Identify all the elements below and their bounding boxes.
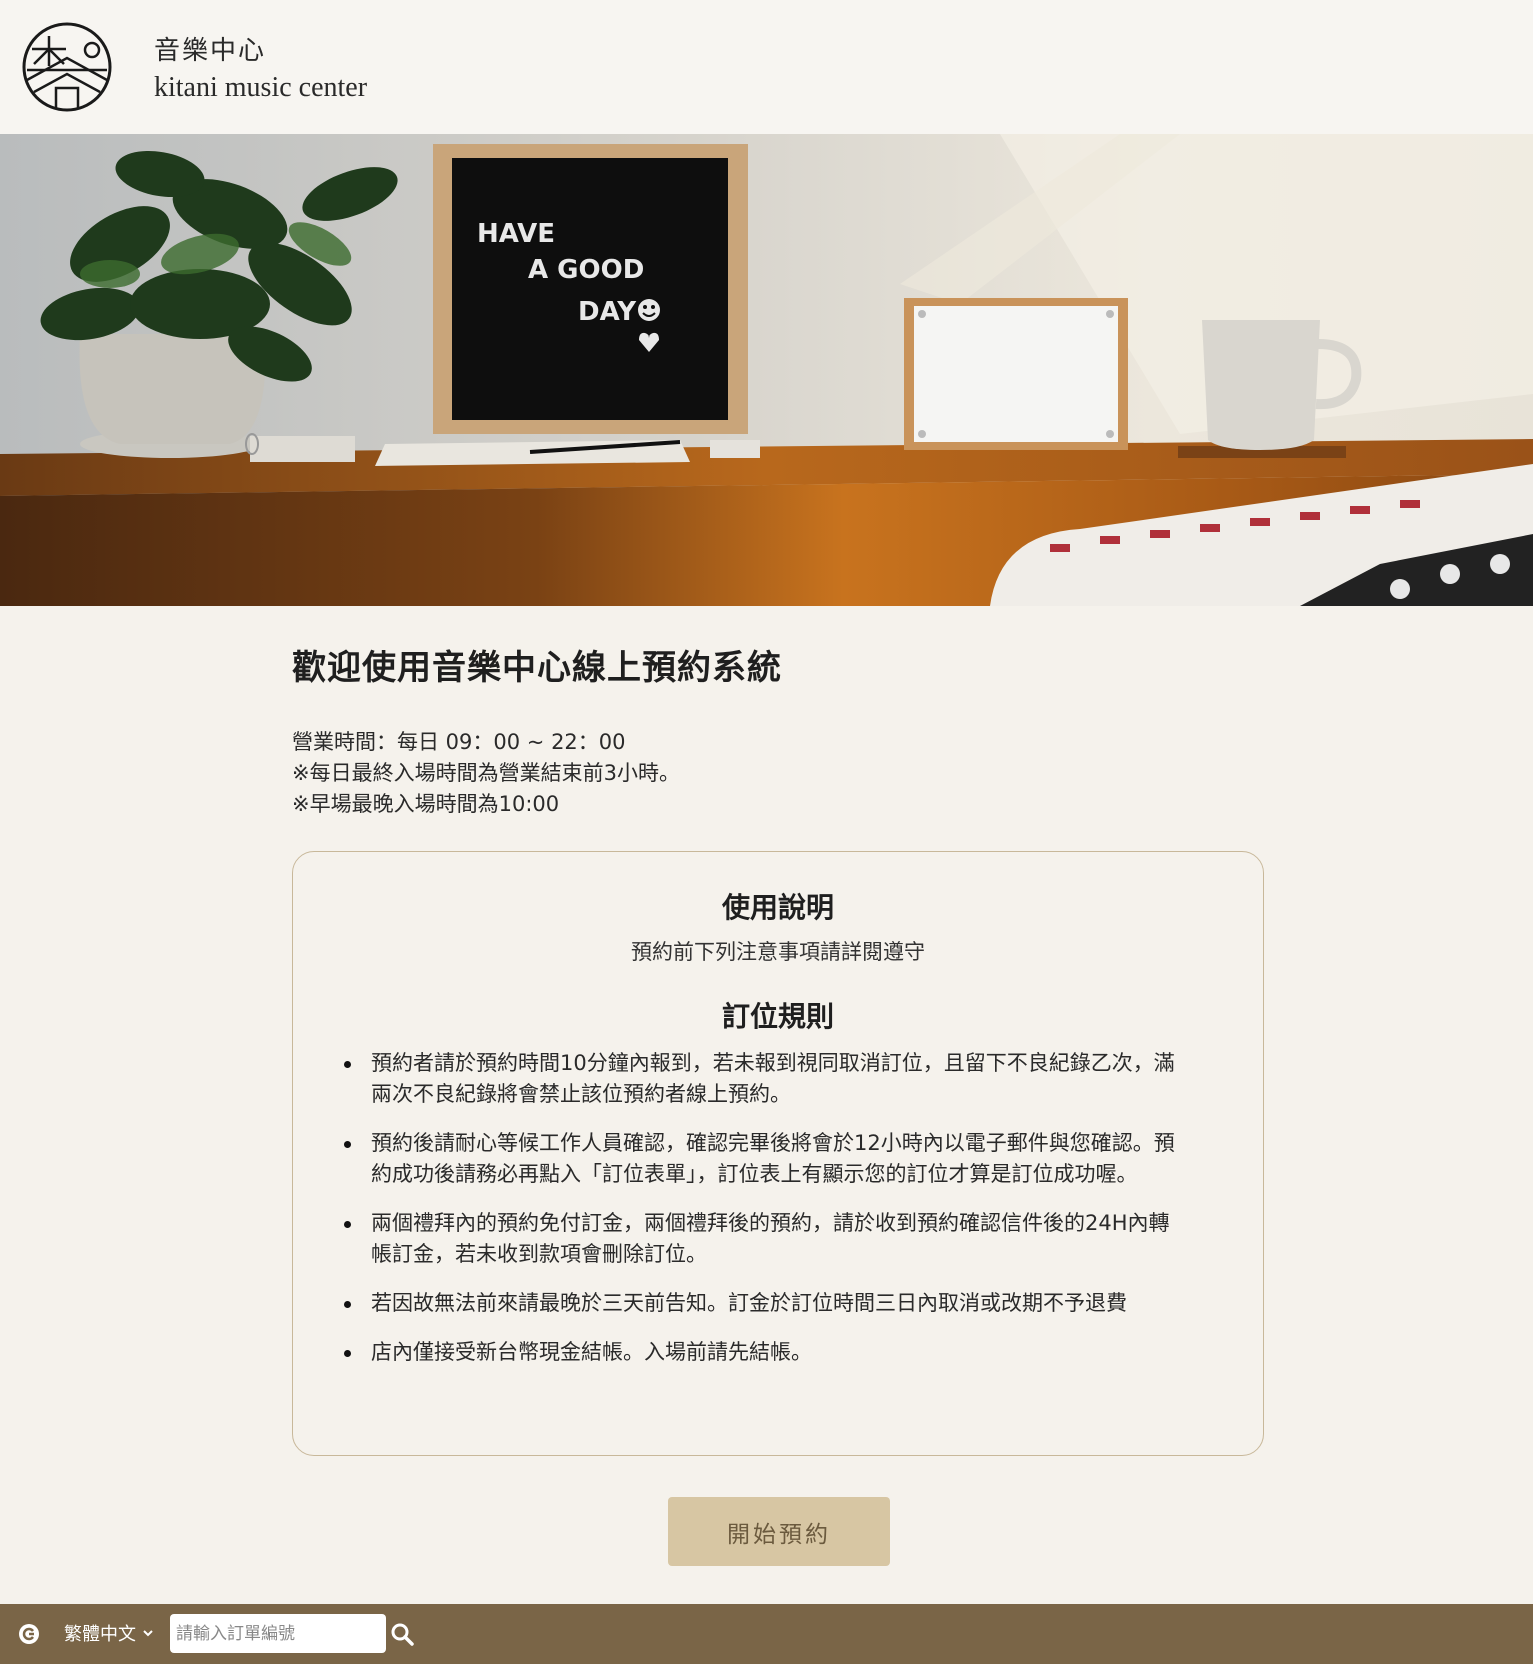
rule-text: 店內僅接受新台幣現金結帳。入場前請先結帳。 (371, 1340, 812, 1364)
hours-line: 營業時間：每日 09：00 ~ 22：00 (292, 730, 626, 754)
intro-section: 歡迎使用音樂中心線上預約系統 營業時間：每日 09：00 ~ 22：00 ※每日… (292, 640, 1268, 820)
hours-note-morning: ※早場最晚入場時間為10:00 (292, 792, 560, 816)
hours-note-last-entry: ※每日最終入場時間為營業結束前3小時。 (292, 761, 680, 785)
footer-bar: 繁體中文 (0, 1604, 1533, 1664)
booking-rules-list: 預約者請於預約時間10分鐘內報到，若未報到視同取消訂位，且留下不良紀錄乙次，滿兩… (344, 1048, 1181, 1386)
bullet-icon (344, 1221, 351, 1228)
rule-text: 預約者請於預約時間10分鐘內報到，若未報到視同取消訂位，且留下不良紀錄乙次，滿兩… (371, 1051, 1175, 1106)
language-label: 繁體中文 (64, 1624, 136, 1645)
rule-item: 若因故無法前來請最晚於三天前告知。訂金於訂位時間三日內取消或改期不予退費 (344, 1288, 1181, 1319)
bullet-icon (344, 1350, 351, 1357)
letterboard-line-2: A GOOD (528, 255, 644, 285)
brand-name-en: kitani music center (154, 72, 368, 103)
rule-item: 兩個禮拜內的預約免付訂金，兩個禮拜後的預約，請於收到預約確認信件後的24H內轉帳… (344, 1208, 1181, 1270)
bullet-icon (344, 1061, 351, 1068)
bullet-icon (344, 1301, 351, 1308)
site-header: 音樂中心 kitani music center (0, 0, 1533, 134)
rule-item: 店內僅接受新台幣現金結帳。入場前請先結帳。 (344, 1337, 1181, 1368)
language-icon[interactable] (18, 1623, 40, 1645)
page-title: 歡迎使用音樂中心線上預約系統 (292, 648, 782, 688)
instructions-title: 使用說明 (721, 891, 834, 924)
business-hours: 營業時間：每日 09：00 ~ 22：00 ※每日最終入場時間為營業結束前3小時… (292, 727, 1268, 820)
usage-instructions-box: 使用說明 預約前下列注意事項請詳閱遵守 訂位規則 預約者請於預約時間10分鐘內報… (292, 851, 1264, 1456)
rule-item: 預約者請於預約時間10分鐘內報到，若未報到視同取消訂位，且留下不良紀錄乙次，滿兩… (344, 1048, 1181, 1110)
order-number-input[interactable] (170, 1614, 386, 1653)
letterboard-line-3: DAY (578, 297, 637, 327)
search-icon[interactable] (389, 1621, 415, 1647)
language-select[interactable]: 繁體中文 (64, 1620, 154, 1646)
letterboard-line-1: HAVE (477, 219, 555, 249)
logo-icon[interactable] (22, 22, 112, 112)
instructions-subtitle: 預約前下列注意事項請詳閱遵守 (631, 940, 925, 964)
rule-text: 預約後請耐心等候工作人員確認，確認完畢後將會於12小時內以電子郵件與您確認。預約… (371, 1131, 1175, 1186)
bullet-icon (344, 1141, 351, 1148)
start-booking-button[interactable]: 開始預約 (668, 1497, 890, 1566)
brand-name-cn: 音樂中心 (154, 36, 267, 66)
rule-text: 若因故無法前來請最晚於三天前告知。訂金於訂位時間三日內取消或改期不予退費 (371, 1291, 1127, 1315)
hero-image: HAVE A GOOD DAY (0, 134, 1533, 606)
chevron-down-icon (143, 1630, 153, 1637)
rule-item: 預約後請耐心等候工作人員確認，確認完畢後將會於12小時內以電子郵件與您確認。預約… (344, 1128, 1181, 1190)
rule-text: 兩個禮拜內的預約免付訂金，兩個禮拜後的預約，請於收到預約確認信件後的24H內轉帳… (371, 1211, 1170, 1266)
booking-rules-heading: 訂位規則 (721, 1000, 834, 1033)
